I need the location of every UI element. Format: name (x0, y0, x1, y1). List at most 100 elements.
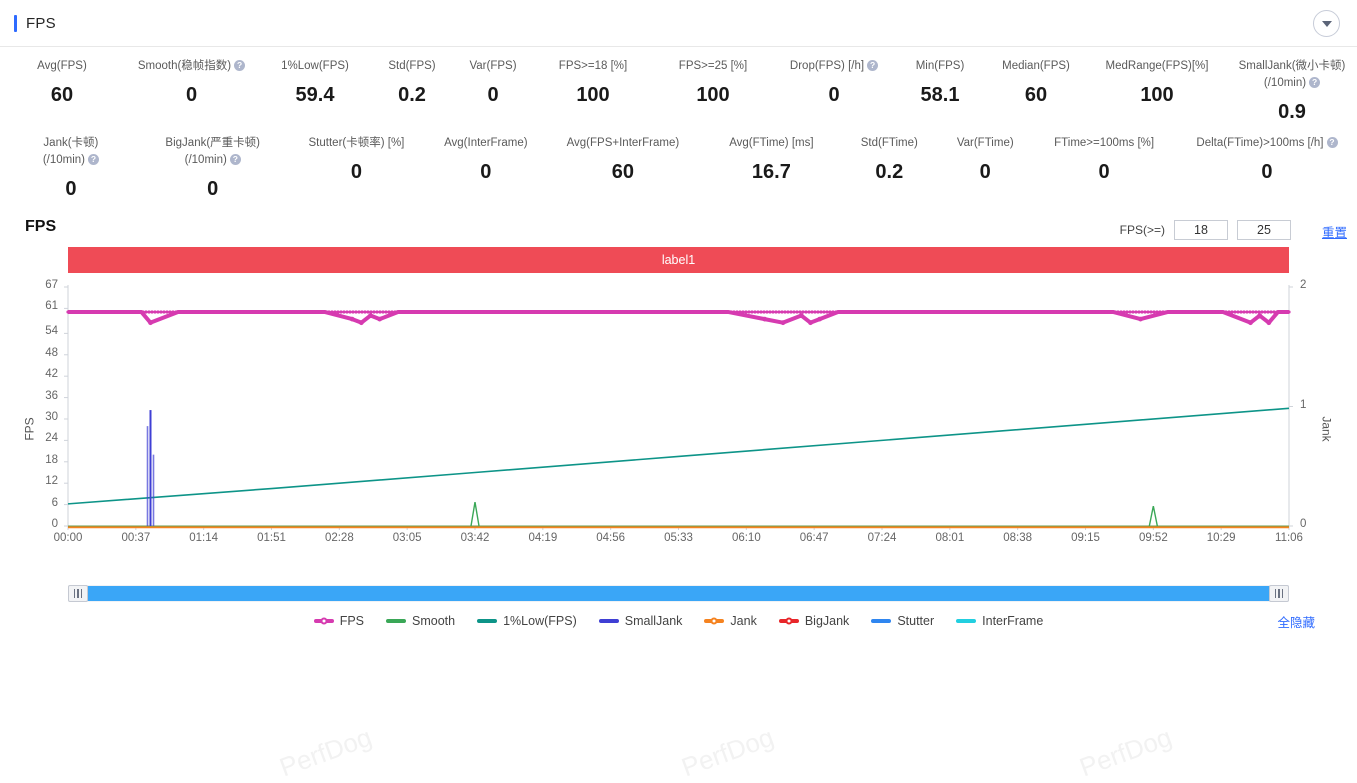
metric-label: Avg(InterFrame) (444, 137, 528, 149)
chart-header: FPS FPS(>=) 重置 (0, 215, 1357, 247)
legend-label: BigJank (804, 614, 850, 628)
fps-threshold-input-2[interactable] (1237, 220, 1291, 240)
metric-card: Std(FPS) 0.2 (371, 58, 453, 124)
legend-swatch-icon (386, 619, 407, 623)
fps-threshold-input-1[interactable] (1174, 220, 1228, 240)
metric-label: Delta(FTime)>100ms [/h]? (1181, 135, 1353, 152)
metric-value: 0 (979, 161, 991, 183)
metric-label: BigJank(严重卡顿) (/10min)? (165, 137, 260, 166)
legend-label: 1%Low(FPS) (503, 614, 577, 628)
metric-value: 60 (50, 84, 74, 106)
chart-horizontal-scrollbar[interactable] (68, 585, 1289, 602)
metric-value: 0 (207, 178, 219, 200)
metric-label: Smooth(稳帧指数)? (128, 58, 255, 75)
legend-label: InterFrame (982, 614, 1044, 628)
legend-item-smooth[interactable]: Smooth (386, 614, 455, 628)
help-icon[interactable]: ? (1326, 137, 1338, 149)
metric-label: Jank(卡顿) (/10min)? (42, 137, 99, 166)
metric-value: 100 (696, 84, 730, 106)
legend-item-smalljank[interactable]: SmallJank (598, 614, 683, 628)
metric-label: Avg(FPS) (37, 60, 87, 72)
legend-item-1-low-fps[interactable]: 1%Low(FPS) (477, 614, 577, 628)
fps-threshold-controls: FPS(>=) (1120, 220, 1291, 240)
metrics-row-2: Jank(卡顿) (/10min)? 0 BigJank(严重卡顿) (/10min… (0, 135, 1357, 201)
metric-card: FTime>=100ms [%] 0 (1031, 135, 1177, 201)
metric-value: 0 (480, 161, 492, 183)
hide-all-button[interactable]: 全隐藏 (1277, 612, 1315, 631)
metric-value: 100 (1140, 84, 1174, 106)
metric-label: Var(FPS) (469, 60, 517, 72)
collapse-panel-button[interactable] (1313, 10, 1340, 37)
legend-item-jank[interactable]: Jank (704, 614, 757, 628)
metric-card: Drop(FPS) [/h]? 0 (773, 58, 895, 124)
metric-label: Avg(FPS+InterFrame) (566, 137, 680, 149)
help-icon[interactable]: ? (867, 60, 879, 72)
metric-label: Std(FPS) (388, 60, 436, 72)
metric-card: SmallJank(微小卡顿) (/10min)? 0.9 (1227, 58, 1357, 124)
metric-card: Avg(InterFrame) 0 (429, 135, 542, 201)
metric-value: 0 (828, 84, 840, 106)
metrics-summary: Avg(FPS) 60 Smooth(稳帧指数)? 0 1%Low(FPS) 59.4 St… (0, 47, 1357, 201)
title-accent-bar (14, 14, 17, 32)
metric-value: 0 (350, 161, 362, 183)
metric-label: FPS>=25 [%] (678, 60, 748, 72)
help-icon[interactable]: ? (1309, 77, 1321, 89)
legend-item-stutter[interactable]: Stutter (871, 614, 934, 628)
legend-item-bigjank[interactable]: BigJank (778, 614, 850, 628)
metric-label: Stutter(卡顿率) [%] (308, 137, 405, 149)
scrollbar-right-handle[interactable] (1269, 585, 1289, 602)
help-icon[interactable]: ? (234, 60, 246, 72)
legend-label: Jank (730, 614, 757, 628)
metric-label: Min(FPS) (915, 60, 965, 72)
metric-card: BigJank(严重卡顿) (/10min)? 0 (142, 135, 284, 201)
help-icon[interactable]: ? (88, 154, 99, 166)
fps-threshold-label: FPS(>=) (1119, 223, 1165, 237)
legend-label: SmallJank (624, 614, 683, 628)
metric-label: SmallJank(微小卡顿) (/10min)? (1238, 60, 1346, 89)
metric-card: Jank(卡顿) (/10min)? 0 (0, 135, 142, 201)
chart-title: FPS (25, 218, 57, 235)
watermark: PerfDog (677, 721, 778, 783)
metric-label: Avg(FTime) [ms] (729, 137, 814, 149)
scrollbar-thumb[interactable] (77, 586, 1280, 601)
metric-card: Min(FPS) 58.1 (895, 58, 985, 124)
metric-label: Drop(FPS) [/h]? (777, 58, 891, 75)
metric-value: 0 (1098, 161, 1110, 183)
legend-swatch-icon (956, 619, 977, 623)
legend-swatch-icon (778, 619, 799, 623)
metric-value: 60 (611, 161, 634, 183)
help-icon[interactable]: ? (229, 154, 241, 166)
metric-card: FPS>=18 [%] 100 (533, 58, 653, 124)
chart-canvas (64, 285, 1293, 530)
metric-label: FTime>=100ms [%] (1054, 137, 1155, 149)
chevron-down-icon (1321, 20, 1332, 27)
metric-card: Avg(FTime) [ms] 16.7 (703, 135, 839, 201)
legend-item-fps[interactable]: FPS (313, 614, 364, 628)
metric-value: 58.1 (920, 84, 960, 106)
metric-label: Median(FPS) (1002, 60, 1070, 72)
legend-swatch-icon (871, 619, 892, 623)
legend-swatch-icon (313, 619, 334, 623)
watermark: PerfDog (1075, 721, 1176, 783)
legend-swatch-icon (704, 619, 725, 623)
metric-card: Var(FPS) 0 (453, 58, 533, 124)
metric-label: MedRange(FPS)[%] (1105, 60, 1209, 72)
legend-item-interframe[interactable]: InterFrame (956, 614, 1043, 628)
metric-card: Avg(FPS+InterFrame) 60 (542, 135, 703, 201)
metric-label: 1%Low(FPS) (281, 60, 349, 72)
metric-card: Std(FTime) 0.2 (839, 135, 939, 201)
metric-card: Avg(FPS) 60 (0, 58, 124, 124)
reset-button[interactable]: 重置 (1322, 222, 1347, 241)
metric-value: 0 (185, 84, 198, 106)
chart-plot-area[interactable]: FPS Jank 0 6 12 18 24 30 36 42 48 54 61 67 012 00:0… (0, 279, 1357, 782)
metric-card: 1%Low(FPS) 59.4 (259, 58, 371, 124)
legend-label: Smooth (412, 614, 456, 628)
metric-card: Var(FTime) 0 (939, 135, 1031, 201)
legend-swatch-icon (598, 619, 619, 623)
metric-value: 100 (576, 84, 610, 106)
metric-value: 60 (1024, 84, 1048, 106)
label-band[interactable]: label1 (68, 247, 1289, 273)
metric-value: 0.2 (875, 161, 904, 183)
scrollbar-left-handle[interactable] (68, 585, 88, 602)
metric-value: 0.9 (1278, 101, 1306, 123)
